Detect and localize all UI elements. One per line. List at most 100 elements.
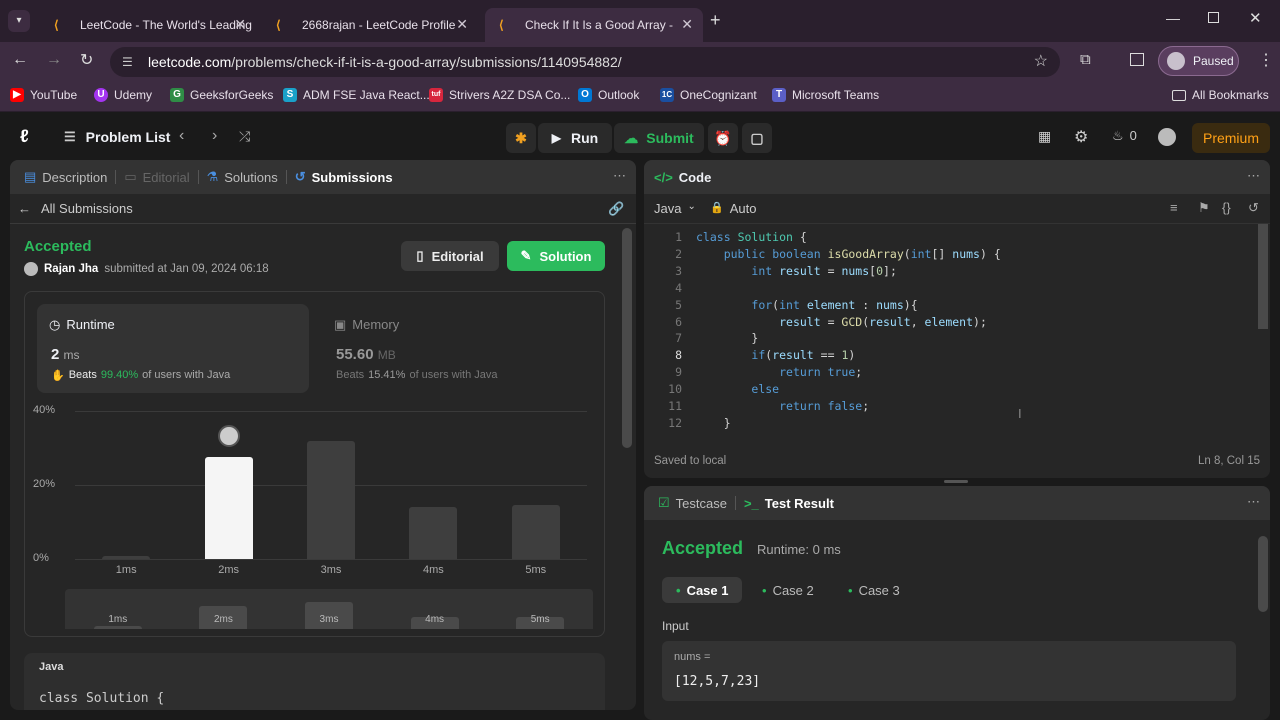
browser-tab-active[interactable]: ⟨ Check If It Is a Good Array - Lee ✕ xyxy=(485,8,703,42)
side-panel-icon[interactable] xyxy=(1130,53,1144,66)
udemy-icon: U xyxy=(94,88,108,102)
leetcode-logo-icon[interactable]: ℓ xyxy=(20,126,29,147)
editorial-label: Editorial xyxy=(431,248,484,264)
case-tab-1[interactable]: • Case 1 xyxy=(662,577,743,603)
chart-bar-2ms[interactable] xyxy=(204,457,253,559)
tab-testcase[interactable]: ☑ Testcase xyxy=(650,495,735,511)
case-tab-2[interactable]: • Case 2 xyxy=(748,577,828,603)
chart-bar-3ms[interactable] xyxy=(307,440,355,559)
tab-label: Solutions xyxy=(224,169,278,185)
format-icon[interactable]: ≡ xyxy=(1170,200,1178,215)
extensions-icon[interactable]: ⧉ xyxy=(1080,51,1091,68)
tab-search-icon[interactable]: ▾ xyxy=(8,10,30,32)
bookmark-strivers[interactable]: tuf Strivers A2Z DSA Co... xyxy=(429,88,570,102)
close-tab-icon[interactable]: ✕ xyxy=(456,16,468,33)
gridline xyxy=(75,559,587,560)
editor-scrollbar[interactable] xyxy=(1258,224,1268,329)
debug-button[interactable]: ✱ xyxy=(506,123,536,153)
site-info-icon[interactable]: ☰ xyxy=(122,47,133,77)
panel-resize-handle[interactable] xyxy=(944,480,968,483)
bookmark-icon[interactable]: ⚑ xyxy=(1198,200,1210,216)
minimize-icon[interactable]: — xyxy=(1166,10,1180,26)
share-link-icon[interactable]: 🔗 xyxy=(608,201,624,217)
bookmark-adm-fse[interactable]: S ADM FSE Java React... xyxy=(283,88,430,102)
settings-gear-icon[interactable]: ⚙ xyxy=(1074,127,1088,147)
more-options-icon[interactable]: ⋯ xyxy=(1247,494,1260,510)
timer-button[interactable]: ⏰ xyxy=(708,123,738,153)
code-line: } xyxy=(696,331,759,346)
flask-icon: ⚗ xyxy=(206,169,219,184)
chart-bar-4ms[interactable] xyxy=(409,507,458,559)
submit-label: Submit xyxy=(646,130,694,146)
language-select[interactable]: Java ⌄ xyxy=(654,201,696,216)
autocomplete-toggle[interactable]: 🔒 Auto xyxy=(710,201,756,216)
all-submissions-link[interactable]: ← All Submissions xyxy=(18,201,133,216)
case-tab-3[interactable]: • Case 3 xyxy=(834,577,914,603)
bookmark-onecognizant[interactable]: 1C OneCognizant xyxy=(660,88,757,102)
line-number: 9 xyxy=(675,365,682,380)
tab-solutions[interactable]: ⚗ Solutions xyxy=(199,169,286,185)
url-bar[interactable]: ☰ leetcode.com/problems/check-if-it-is-a… xyxy=(110,47,1060,77)
input-var-value: [12,5,7,23] xyxy=(674,674,761,689)
user-avatar[interactable] xyxy=(1158,128,1176,146)
line-number: 2 xyxy=(675,246,682,261)
prev-problem-icon[interactable]: ‹ xyxy=(179,127,184,145)
back-icon[interactable]: ← xyxy=(12,51,28,69)
tab-description[interactable]: ▤ Description xyxy=(16,169,115,185)
code-editor[interactable]: 1 class Solution {2 public boolean isGood… xyxy=(644,230,1254,440)
more-options-icon[interactable]: ⋯ xyxy=(613,168,626,184)
bookmark-youtube[interactable]: ▶ YouTube xyxy=(10,88,77,102)
tab-label: Editorial xyxy=(142,169,190,185)
memory-card[interactable]: ▣ Memory 55.60 MB Beats 15.41% of users … xyxy=(322,304,594,393)
bookmark-udemy[interactable]: U Udemy xyxy=(94,88,152,102)
chart-bar-5ms[interactable] xyxy=(511,505,560,559)
line-number: 1 xyxy=(675,230,682,244)
browser-menu-icon[interactable]: ⋮ xyxy=(1258,50,1274,70)
tab-editorial[interactable]: ▭ Editorial xyxy=(116,169,197,185)
shuffle-icon[interactable]: ⤮ xyxy=(239,128,250,145)
new-tab-icon[interactable]: + xyxy=(710,10,721,31)
editorial-button[interactable]: ▯ Editorial xyxy=(401,241,499,271)
pass-dot-icon: • xyxy=(762,582,767,598)
close-tab-icon[interactable]: ✕ xyxy=(234,16,246,33)
next-problem-icon[interactable]: › xyxy=(212,127,217,145)
tab-test-result[interactable]: >_ Test Result xyxy=(736,496,842,511)
x-tick-label: 5ms xyxy=(525,564,547,576)
run-button[interactable]: ▶ Run xyxy=(538,123,612,153)
braces-icon[interactable]: {} xyxy=(1222,200,1231,215)
streak-fire[interactable]: ♨ 0 xyxy=(1112,128,1137,144)
layout-icon[interactable]: ▦ xyxy=(1038,128,1051,145)
all-bookmarks[interactable]: All Bookmarks xyxy=(1172,88,1269,102)
close-window-icon[interactable]: ✕ xyxy=(1249,9,1262,27)
browser-tab[interactable]: ⟨ 2668rajan - LeetCode Profile ✕ xyxy=(262,8,478,42)
maximize-icon[interactable] xyxy=(1208,12,1219,23)
user-name[interactable]: Rajan Jha xyxy=(44,263,98,275)
submit-button[interactable]: ☁ Submit xyxy=(614,123,704,153)
memory-header: ▣ Memory xyxy=(334,317,399,333)
bookmark-outlook[interactable]: O Outlook xyxy=(578,88,639,102)
left-scrollbar[interactable] xyxy=(622,228,632,448)
problem-list-button[interactable]: ☰ Problem List xyxy=(64,129,170,145)
chart-range-navigator[interactable]: 1ms 2ms 3ms 4ms 5ms xyxy=(65,589,593,629)
browser-tab[interactable]: ⟨ LeetCode - The World's Leading ✕ xyxy=(40,8,256,42)
solution-button[interactable]: ✎ Solution xyxy=(507,241,605,271)
reset-icon[interactable]: ↺ xyxy=(1248,200,1259,216)
result-scrollbar[interactable] xyxy=(1258,536,1268,612)
notes-button[interactable]: ▢ xyxy=(742,123,772,153)
more-options-icon[interactable]: ⋯ xyxy=(1247,168,1260,184)
bookmark-star-icon[interactable]: ☆ xyxy=(1034,47,1048,77)
fire-icon: ♨ xyxy=(1112,128,1124,143)
premium-button[interactable]: Premium xyxy=(1192,123,1270,153)
line-number: 12 xyxy=(668,415,682,430)
play-icon: ▶ xyxy=(551,131,561,145)
tab-submissions[interactable]: ↺ Submissions xyxy=(287,169,401,185)
runtime-card[interactable]: ◷ Runtime 2 ms ✋ Beats 99.40% of users w… xyxy=(37,304,309,393)
input-box: nums = [12,5,7,23] xyxy=(662,641,1236,701)
bookmark-geeksforgeeks[interactable]: G GeeksforGeeks xyxy=(170,88,273,102)
profile-chip[interactable]: Paused xyxy=(1158,46,1239,76)
chart-bar-1ms[interactable] xyxy=(102,556,151,559)
close-tab-icon[interactable]: ✕ xyxy=(681,16,693,33)
bookmark-teams[interactable]: T Microsoft Teams xyxy=(772,88,879,102)
reload-icon[interactable]: ↻ xyxy=(80,50,93,70)
forward-icon[interactable]: → xyxy=(46,51,62,69)
